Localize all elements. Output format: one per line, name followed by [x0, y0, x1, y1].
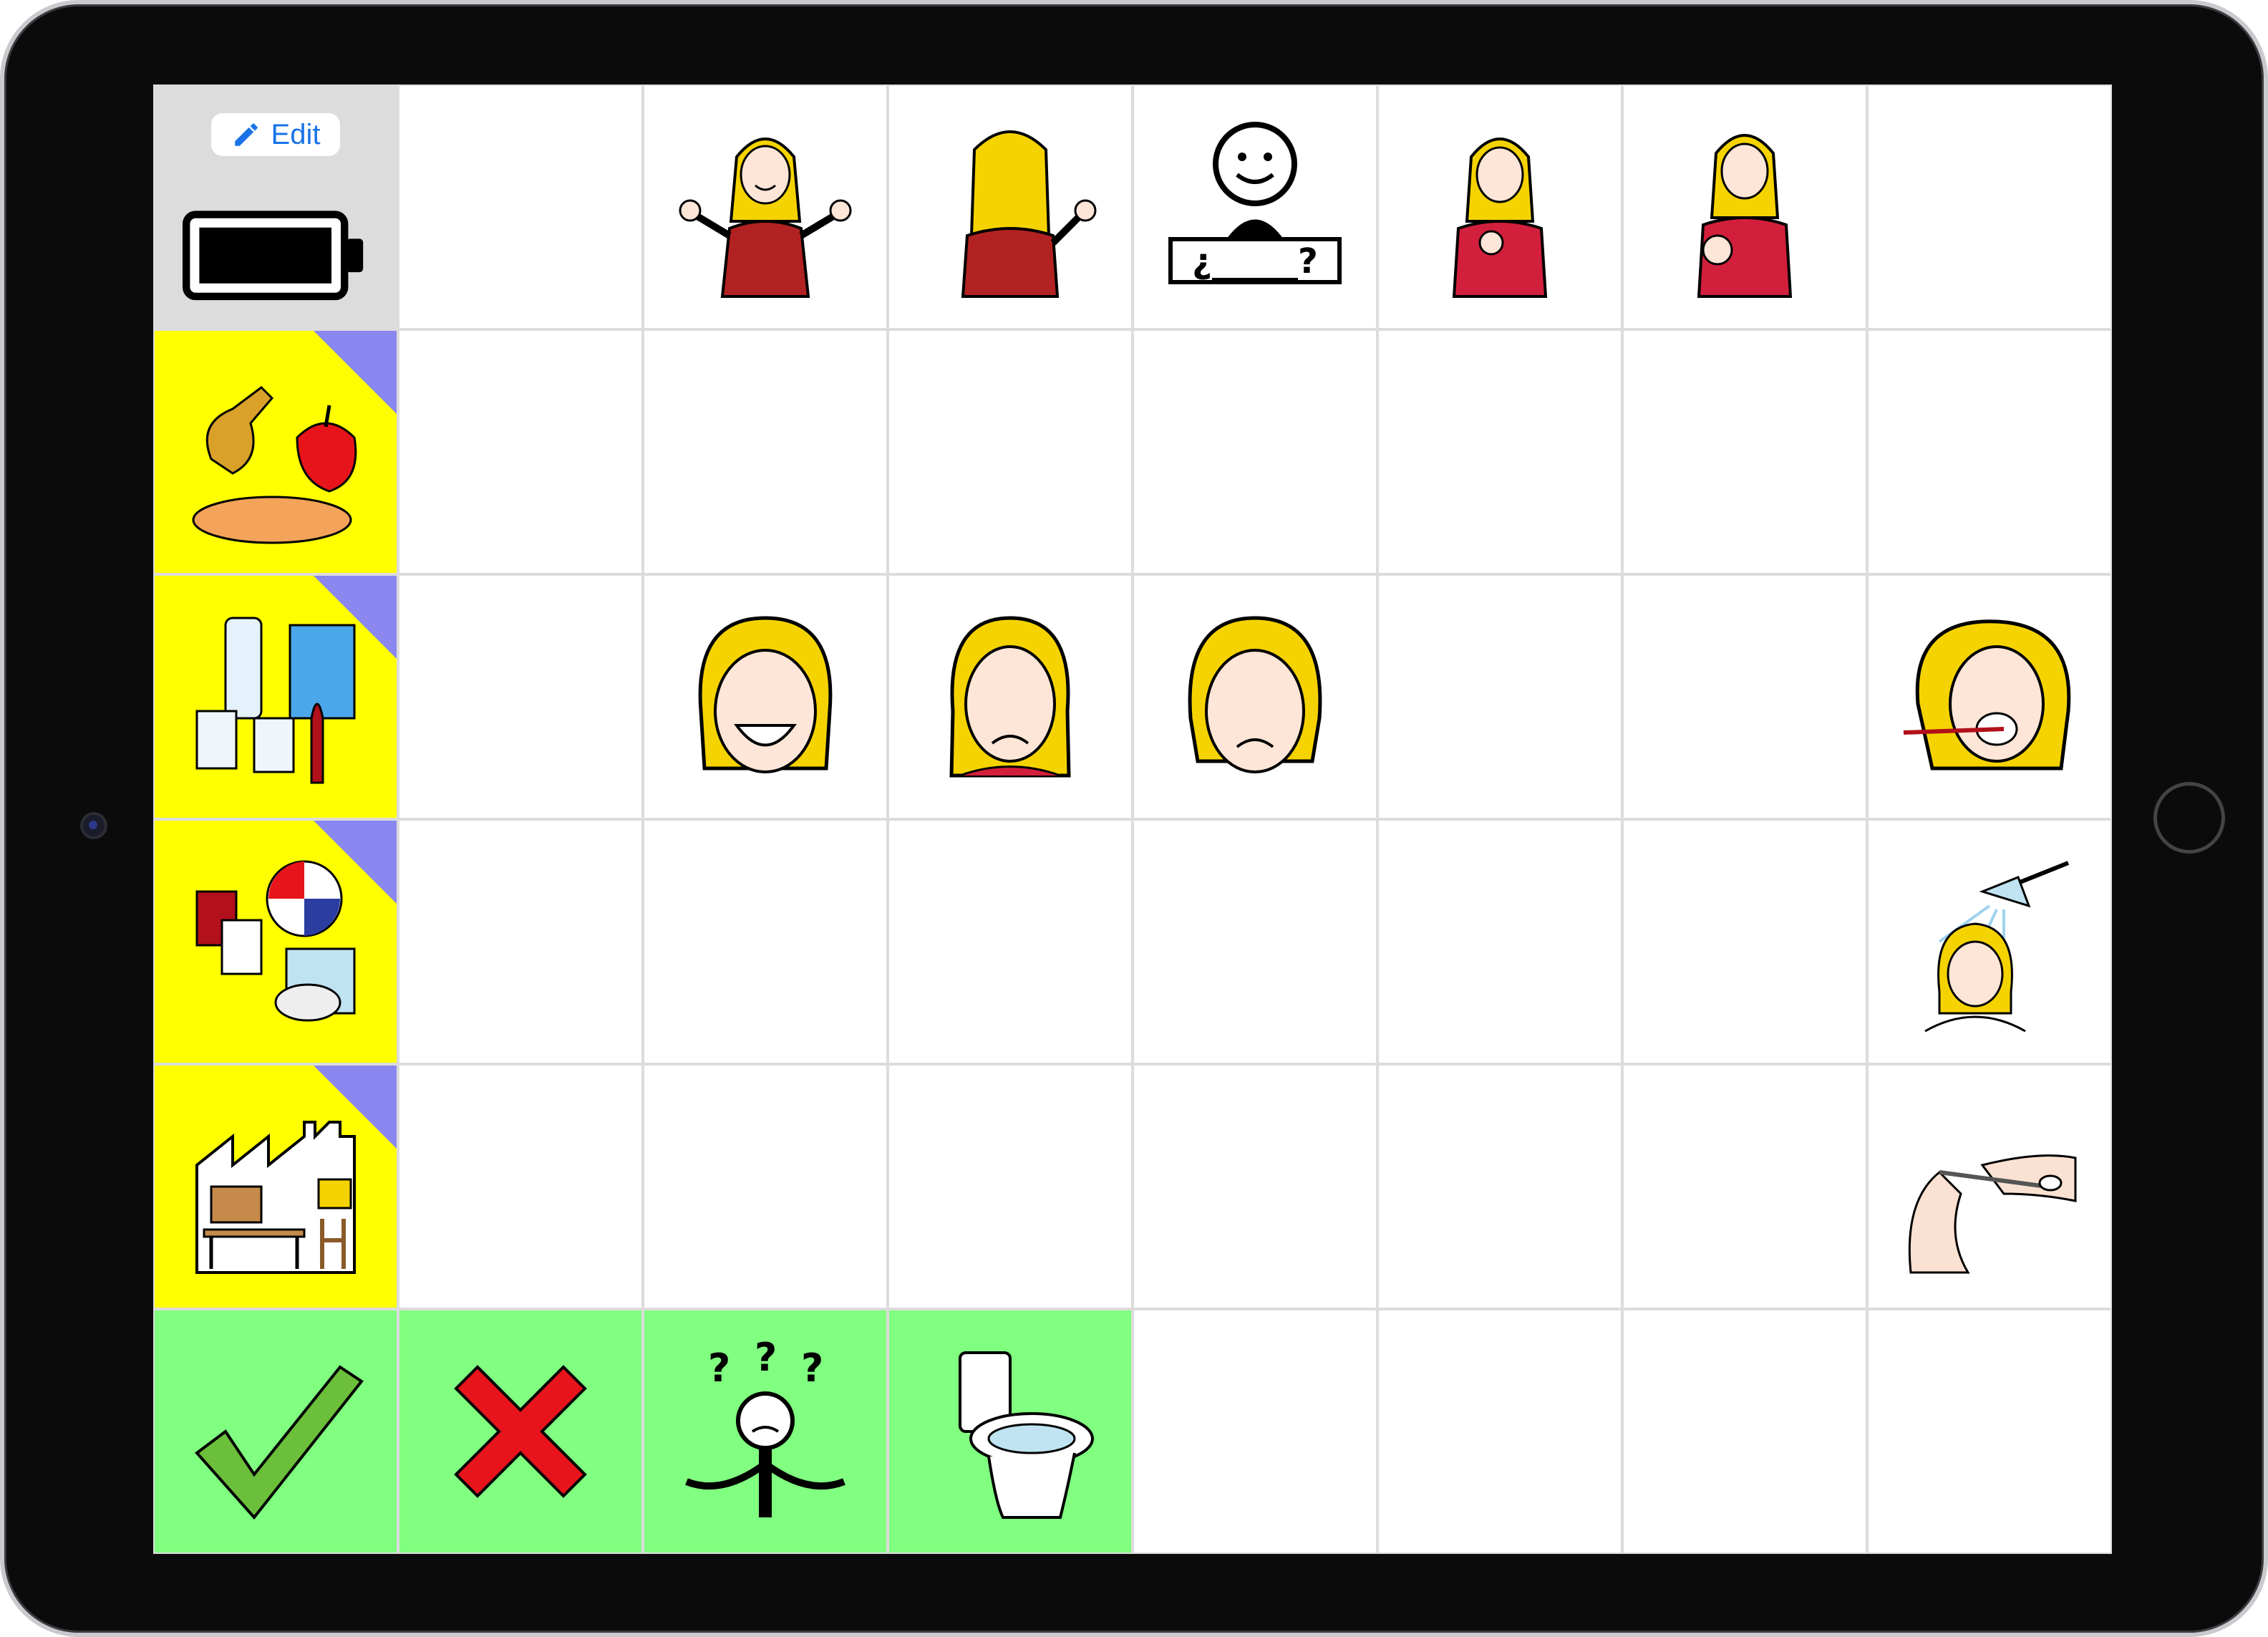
symbol-cell-empty[interactable] [398, 329, 643, 574]
question-person-icon: ¿_____? [1168, 122, 1342, 284]
symbol-cell-question[interactable]: ¿_____? [1133, 84, 1377, 329]
symbol-cell-empty[interactable] [1622, 1064, 1867, 1309]
symbol-grid: Edit ¿_____? ? ? ? [153, 84, 2112, 1554]
folder-corner [314, 576, 397, 659]
symbol-cell-empty[interactable] [643, 329, 888, 574]
folder-corner [314, 1066, 397, 1149]
svg-text:?: ? [755, 1338, 777, 1380]
symbol-cell-empty[interactable] [888, 1064, 1133, 1309]
symbol-cell-shower[interactable] [1867, 819, 2112, 1064]
category-leisure[interactable] [153, 819, 398, 1064]
symbol-cell-no[interactable] [398, 1309, 643, 1554]
communication-board: Edit ¿_____? ? ? ? [153, 84, 2112, 1554]
girl-pointing-you-icon [1697, 134, 1793, 298]
folder-corner [314, 331, 397, 414]
symbol-cell-nails[interactable] [1867, 1064, 2112, 1309]
svg-text:¿_____?: ¿_____? [1192, 241, 1318, 281]
pencil-icon [234, 123, 258, 146]
symbol-cell-empty[interactable] [1377, 819, 1622, 1064]
symbol-cell-dont-know[interactable]: ? ? ? [643, 1309, 888, 1554]
symbol-cell-empty[interactable] [1377, 574, 1622, 819]
home-button[interactable] [2153, 782, 2225, 854]
happy-face-icon [698, 616, 833, 773]
symbol-cell-empty[interactable] [643, 1064, 888, 1309]
symbol-cell-empty[interactable] [1377, 329, 1622, 574]
symbol-cell-empty[interactable] [1622, 819, 1867, 1064]
category-workshop[interactable] [153, 1064, 398, 1309]
toolbar-cell: Edit [153, 84, 398, 329]
svg-text:?: ? [801, 1346, 823, 1391]
camera-icon [80, 812, 107, 839]
edit-label: Edit [271, 118, 321, 150]
waving-hello-girl-icon [679, 137, 852, 298]
symbol-cell-empty[interactable] [1133, 1309, 1377, 1554]
shower-icon [1924, 861, 2070, 1033]
symbol-cell-happy[interactable] [643, 574, 888, 819]
symbol-cell-empty[interactable] [1133, 329, 1377, 574]
girl-pointing-self-icon [1452, 137, 1548, 298]
no-cross-icon [454, 1365, 587, 1498]
waving-goodbye-girl-icon [961, 130, 1097, 298]
symbol-cell-empty[interactable] [1622, 329, 1867, 574]
symbol-cell-sad[interactable] [1133, 574, 1377, 819]
symbol-cell-toilet[interactable] [888, 1309, 1133, 1554]
nail-clipping-icon [1908, 1154, 2077, 1274]
symbol-cell-brush-teeth[interactable] [1867, 574, 2112, 819]
brushing-teeth-icon [1903, 619, 2071, 771]
symbol-cell-yes[interactable] [153, 1309, 398, 1554]
symbol-cell-empty[interactable] [888, 329, 1133, 574]
symbol-cell-me[interactable] [1377, 84, 1622, 329]
symbol-cell-crying[interactable] [888, 574, 1133, 819]
symbol-cell-empty[interactable] [1133, 819, 1377, 1064]
battery-icon [183, 211, 364, 301]
symbol-cell-empty[interactable] [398, 819, 643, 1064]
symbol-cell-empty[interactable] [1377, 1309, 1622, 1554]
symbol-cell-hello[interactable] [643, 84, 888, 329]
symbol-cell-empty[interactable] [1622, 574, 1867, 819]
edit-button[interactable]: Edit [211, 113, 340, 157]
symbol-cell-you[interactable] [1622, 84, 1867, 329]
symbol-cell-empty[interactable] [1867, 329, 2112, 574]
symbol-cell-empty[interactable] [643, 819, 888, 1064]
symbol-cell-empty[interactable] [1867, 1309, 2112, 1554]
category-drinks[interactable] [153, 574, 398, 819]
symbol-cell-empty[interactable] [398, 84, 643, 329]
symbol-cell-empty[interactable] [888, 819, 1133, 1064]
confused-person-icon: ? ? ? [685, 1338, 845, 1517]
folder-corner [314, 821, 397, 904]
symbol-cell-empty[interactable] [1133, 1064, 1377, 1309]
symbol-cell-empty[interactable] [1867, 84, 2112, 329]
symbol-cell-empty[interactable] [398, 574, 643, 819]
toilet-icon [959, 1351, 1094, 1519]
crying-face-icon [949, 616, 1071, 778]
sad-face-icon [1188, 616, 1322, 773]
symbol-cell-empty[interactable] [398, 1064, 643, 1309]
svg-text:?: ? [708, 1346, 730, 1391]
symbol-cell-empty[interactable] [1377, 1064, 1622, 1309]
yes-checkmark-icon [195, 1365, 364, 1520]
symbol-cell-empty[interactable] [1622, 1309, 1867, 1554]
symbol-cell-goodbye[interactable] [888, 84, 1133, 329]
category-food[interactable] [153, 329, 398, 574]
